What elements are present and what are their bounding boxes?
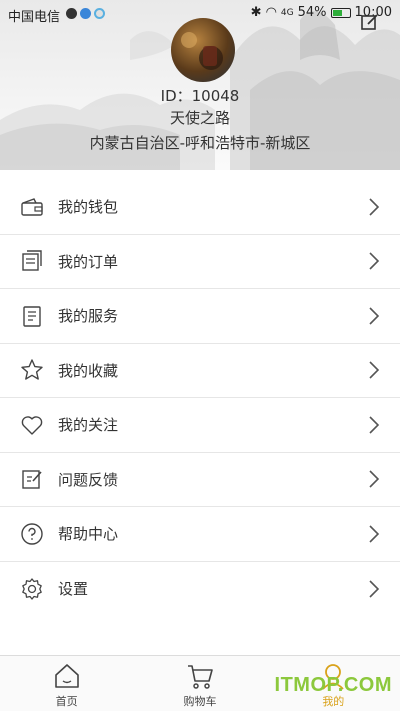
menu-item-label: 我的收藏	[58, 361, 119, 380]
heart-icon	[21, 415, 43, 435]
chevron-right-icon	[369, 252, 380, 270]
tab-label: 购物车	[183, 695, 217, 708]
network-label: 4G	[280, 7, 294, 18]
user-name: 天使之路	[169, 109, 230, 127]
menu-item-label: 设置	[58, 580, 89, 599]
service-icon	[23, 306, 41, 327]
app-notification-icon	[94, 8, 105, 19]
watermark-logo: ITMOP.COM	[274, 674, 392, 696]
home-icon	[54, 664, 79, 688]
carrier-label: 中国电信	[8, 10, 61, 25]
help-icon	[21, 523, 43, 545]
wallet-icon	[21, 197, 43, 216]
notification-icons	[66, 8, 105, 19]
feedback-icon	[22, 470, 42, 489]
menu-item-wallet[interactable]: 我的钱包	[0, 180, 400, 235]
profile-menu: 我的钱包 我的订单 我的服务 我的收藏 我的关注 问题反馈 帮助中心 设置	[0, 180, 400, 616]
tab-home[interactable]: 首页	[0, 656, 133, 711]
chevron-right-icon	[369, 307, 380, 325]
user-id: ID：10048	[160, 87, 240, 105]
app-notification-icon	[66, 8, 77, 19]
chevron-right-icon	[369, 416, 380, 434]
user-region: 内蒙古自治区-呼和浩特市-新城区	[89, 134, 311, 152]
menu-item-label: 我的订单	[58, 252, 119, 271]
profile-header: 中国电信 ✱ ◠ 4G 54% 10:00 ID：10048 天使之路 内蒙古自…	[0, 0, 400, 170]
menu-item-settings[interactable]: 设置	[0, 562, 400, 617]
gear-icon	[22, 578, 42, 600]
menu-item-label: 我的钱包	[58, 198, 119, 217]
battery-icon	[330, 7, 351, 18]
menu-item-label: 问题反馈	[58, 470, 119, 489]
star-icon	[21, 359, 43, 380]
chevron-right-icon	[369, 525, 380, 543]
app-notification-icon	[80, 8, 91, 19]
menu-item-label: 我的服务	[58, 307, 119, 326]
menu-item-label: 我的关注	[58, 416, 119, 435]
menu-item-orders[interactable]: 我的订单	[0, 235, 400, 289]
wifi-icon: ◠	[265, 5, 277, 20]
orders-icon	[22, 250, 42, 271]
edit-profile-icon[interactable]	[360, 12, 380, 32]
menu-item-favorites[interactable]: 我的收藏	[0, 344, 400, 398]
chevron-right-icon	[369, 198, 380, 216]
tab-cart[interactable]: 购物车	[133, 656, 266, 711]
menu-item-label: 帮助中心	[58, 525, 119, 544]
chevron-right-icon	[369, 580, 380, 598]
tab-label: 首页	[55, 695, 78, 708]
bluetooth-icon: ✱	[250, 5, 262, 20]
chevron-right-icon	[369, 470, 380, 488]
menu-item-help[interactable]: 帮助中心	[0, 507, 400, 562]
menu-item-following[interactable]: 我的关注	[0, 398, 400, 453]
cart-icon	[187, 665, 213, 689]
battery-percent: 54%	[297, 5, 327, 20]
chevron-right-icon	[369, 361, 380, 379]
avatar[interactable]	[171, 18, 235, 82]
menu-item-service[interactable]: 我的服务	[0, 289, 400, 344]
menu-item-feedback[interactable]: 问题反馈	[0, 453, 400, 507]
